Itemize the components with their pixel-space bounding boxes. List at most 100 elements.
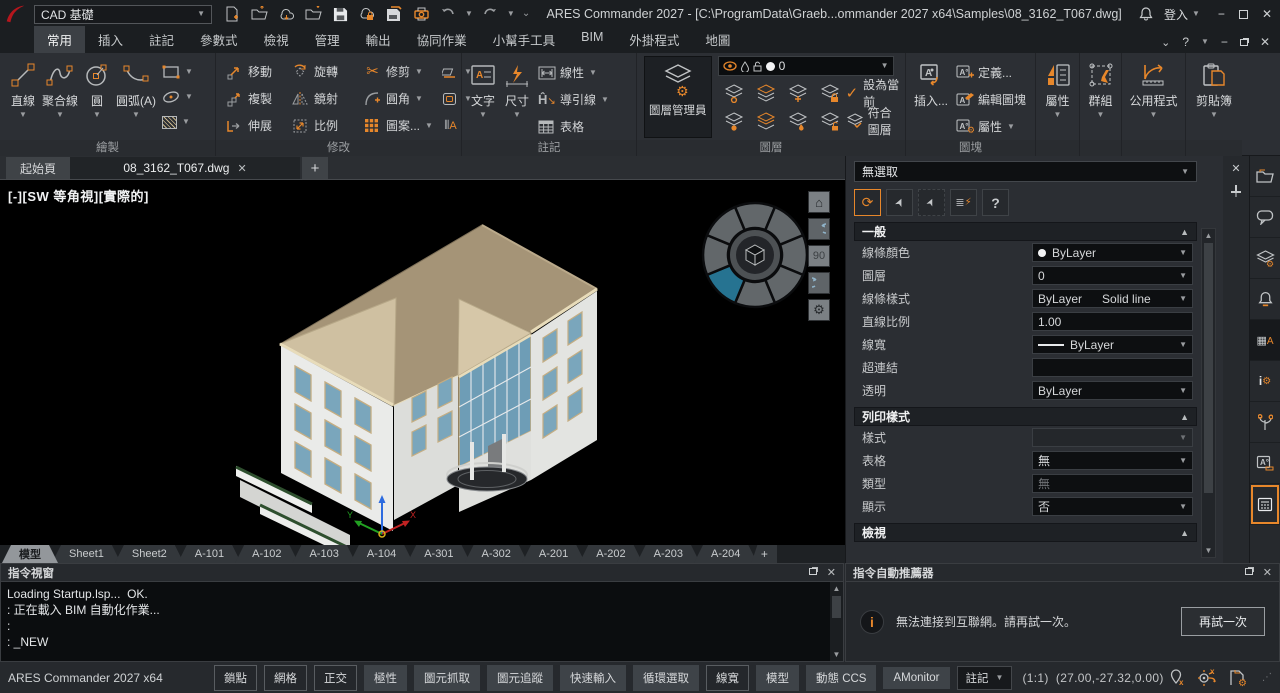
panel-footer-modify[interactable]: 修改 (216, 140, 461, 156)
line-tool-button[interactable]: 直線 ▼ (10, 57, 36, 133)
view-navigation-wheel[interactable] (700, 200, 810, 310)
new-file-button[interactable] (222, 4, 242, 24)
layer-isolate-icon[interactable] (724, 83, 744, 103)
status-toggle[interactable]: 網格 (264, 664, 307, 691)
sheet-tab[interactable]: A-102 (235, 545, 298, 563)
layer-thaw-icon[interactable] (788, 111, 808, 131)
undo-button[interactable] (438, 4, 458, 24)
layer-unisolate-icon[interactable] (756, 83, 776, 103)
status-toggle[interactable]: 動態 CCS (806, 664, 877, 691)
section-general[interactable]: 一般 ▲ (854, 222, 1197, 241)
layer-off-icon[interactable] (756, 111, 776, 131)
status-toggle[interactable]: 線寬 (706, 664, 749, 691)
status-toggle[interactable]: 極性 (364, 664, 407, 691)
layer-dropdown[interactable]: 0 ▼ (1032, 266, 1193, 285)
rotate-cw-button[interactable] (808, 272, 830, 294)
layer-select-combo[interactable]: 0 ▼ (717, 56, 894, 76)
open-folder-button[interactable] (303, 4, 323, 24)
annotation-scale-dropdown[interactable]: 註記 ▼ (956, 665, 1013, 690)
pin-palette-icon[interactable] (1229, 183, 1243, 199)
selection-cycle-button[interactable]: ⟳ (854, 189, 881, 216)
close-panel-icon[interactable]: ✕ (1263, 566, 1272, 579)
doc-tab-drawing[interactable]: 08_3162_T067.dwg ✕ (70, 157, 301, 179)
status-toggle[interactable]: 鎖點 (214, 664, 257, 691)
selection-filter-dropdown[interactable]: 無選取 ▼ (854, 161, 1197, 182)
panel-footer-layers[interactable]: 圖層 (637, 140, 905, 156)
retry-button[interactable]: 再試一次 (1180, 607, 1265, 636)
redo-button[interactable] (480, 4, 500, 24)
close-palette-icon[interactable]: ✕ (1231, 162, 1240, 175)
viewport-label[interactable]: [-][SW 等角視][實際的] (8, 186, 149, 205)
linecolor-dropdown[interactable]: ByLayer ▼ (1032, 243, 1193, 262)
define-block-button[interactable]: A° 定義... (956, 59, 1026, 86)
move-button[interactable]: 移動 (226, 59, 292, 85)
open-file-button[interactable] (249, 4, 269, 24)
block-attributes-button[interactable]: A° ⚙ 屬性 ▼ (956, 113, 1026, 140)
sheet-tab[interactable]: A-203 (637, 545, 700, 563)
close-panel-icon[interactable]: ✕ (827, 566, 836, 579)
layer-freeze-tool-icon[interactable] (788, 83, 808, 103)
insert-block-button[interactable]: A 插入... (914, 57, 948, 140)
panel-footer-draw[interactable]: 繪製 (0, 140, 215, 156)
recommender-titlebar[interactable]: 指令自動推薦器 ✕ (845, 563, 1280, 582)
linear-dim-button[interactable]: 線性 ▼ (538, 59, 609, 86)
quick-calculator-palette-icon[interactable] (1250, 484, 1280, 525)
close-button[interactable]: ✕ (1262, 7, 1272, 21)
doc-tab-start-page[interactable]: 起始頁 (6, 157, 71, 179)
sheet-tab[interactable]: A-104 (350, 545, 413, 563)
linescale-input[interactable]: 1.00 (1032, 312, 1193, 331)
properties-palette-button[interactable]: 屬性 ▼ (1045, 57, 1071, 119)
new-document-tab-button[interactable]: + (302, 157, 329, 179)
sheet-tab[interactable]: A-204 (694, 545, 757, 563)
ribbon-tab[interactable]: 外掛程式 (616, 26, 692, 53)
panel-footer-clipboard[interactable] (1186, 140, 1242, 156)
ribbon-tab[interactable]: 輸出 (353, 26, 404, 53)
select-region-button[interactable]: ➤ (918, 189, 945, 216)
hyperlink-input[interactable] (1032, 358, 1193, 377)
status-toggle[interactable]: 模型 (756, 664, 799, 691)
leader-button[interactable]: Ĥ↘ 導引線 ▼ (538, 86, 609, 113)
utilities-button[interactable]: 公用程式 ▼ (1129, 57, 1178, 119)
path-tracking-icon[interactable]: x (1197, 669, 1217, 687)
home-view-button[interactable]: ⌂ (808, 191, 830, 213)
panel-footer-utilities[interactable] (1122, 140, 1185, 156)
doc-restore-button[interactable] (1239, 35, 1248, 49)
section-view[interactable]: 檢視 ▲ (854, 523, 1197, 542)
maximize-button[interactable] (1238, 9, 1248, 19)
set-current-layer-button[interactable]: ✓ 設為當前 (846, 78, 903, 109)
redo-menu-chevron-icon[interactable]: ▼ (507, 10, 515, 18)
panel-footer-annotate[interactable]: 註記 (462, 140, 636, 156)
status-toggle[interactable]: 圖元抓取 (414, 664, 480, 691)
wheel-settings-button[interactable]: ⚙ (808, 299, 830, 321)
float-panel-icon[interactable] (1244, 567, 1253, 578)
status-toggle[interactable]: 正交 (314, 664, 357, 691)
block-library-palette-icon[interactable]: A° (1250, 443, 1280, 484)
panel-footer-blocks[interactable]: 圖塊 (906, 140, 1035, 156)
status-toggle[interactable]: AMonitor (883, 666, 950, 689)
scroll-down-icon[interactable]: ▼ (1202, 546, 1215, 555)
layer-manager-button[interactable]: ⚙ 圖層管理員 (644, 56, 712, 138)
pattern-button[interactable]: 圖案... ▼ (364, 113, 442, 139)
notifications-palette-icon[interactable] (1250, 279, 1280, 320)
ribbon-tab[interactable]: 檢視 (251, 26, 302, 53)
transparency-dropdown[interactable]: ByLayer ▼ (1032, 381, 1193, 400)
ribbon-tab[interactable]: BIM (568, 26, 616, 53)
command-log[interactable]: Loading Startup.lsp... OK.: 正在載入 BIM 自動化… (0, 582, 844, 662)
status-toggle[interactable]: 快速輸入 (560, 664, 626, 691)
layers-palette-icon[interactable]: ⚙ (1250, 238, 1280, 279)
save-all-button[interactable] (384, 4, 404, 24)
geolocation-icon[interactable]: x (1169, 669, 1185, 686)
workspace-selector[interactable]: CAD 基礎 ▼ (34, 4, 212, 24)
printshow-dropdown[interactable]: 否 ▼ (1032, 497, 1193, 516)
sheet-tab[interactable]: Sheet1 (52, 545, 121, 563)
ribbon-tab[interactable]: 管理 (302, 26, 353, 53)
arc-tool-button[interactable]: 圓弧(A) ▼ (116, 57, 156, 133)
stretch-button[interactable]: 伸展 (226, 113, 292, 139)
scrollbar-thumb[interactable] (1204, 243, 1213, 493)
notifications-bell-icon[interactable] (1138, 6, 1154, 22)
cloud-download-button[interactable] (276, 4, 296, 24)
fillet-button[interactable]: 圓角 ▼ (364, 86, 442, 112)
ribbon-tab[interactable]: 常用 (34, 26, 86, 53)
panel-footer-group[interactable] (1080, 140, 1121, 156)
section-print-style[interactable]: 列印樣式 ▲ (854, 407, 1197, 426)
